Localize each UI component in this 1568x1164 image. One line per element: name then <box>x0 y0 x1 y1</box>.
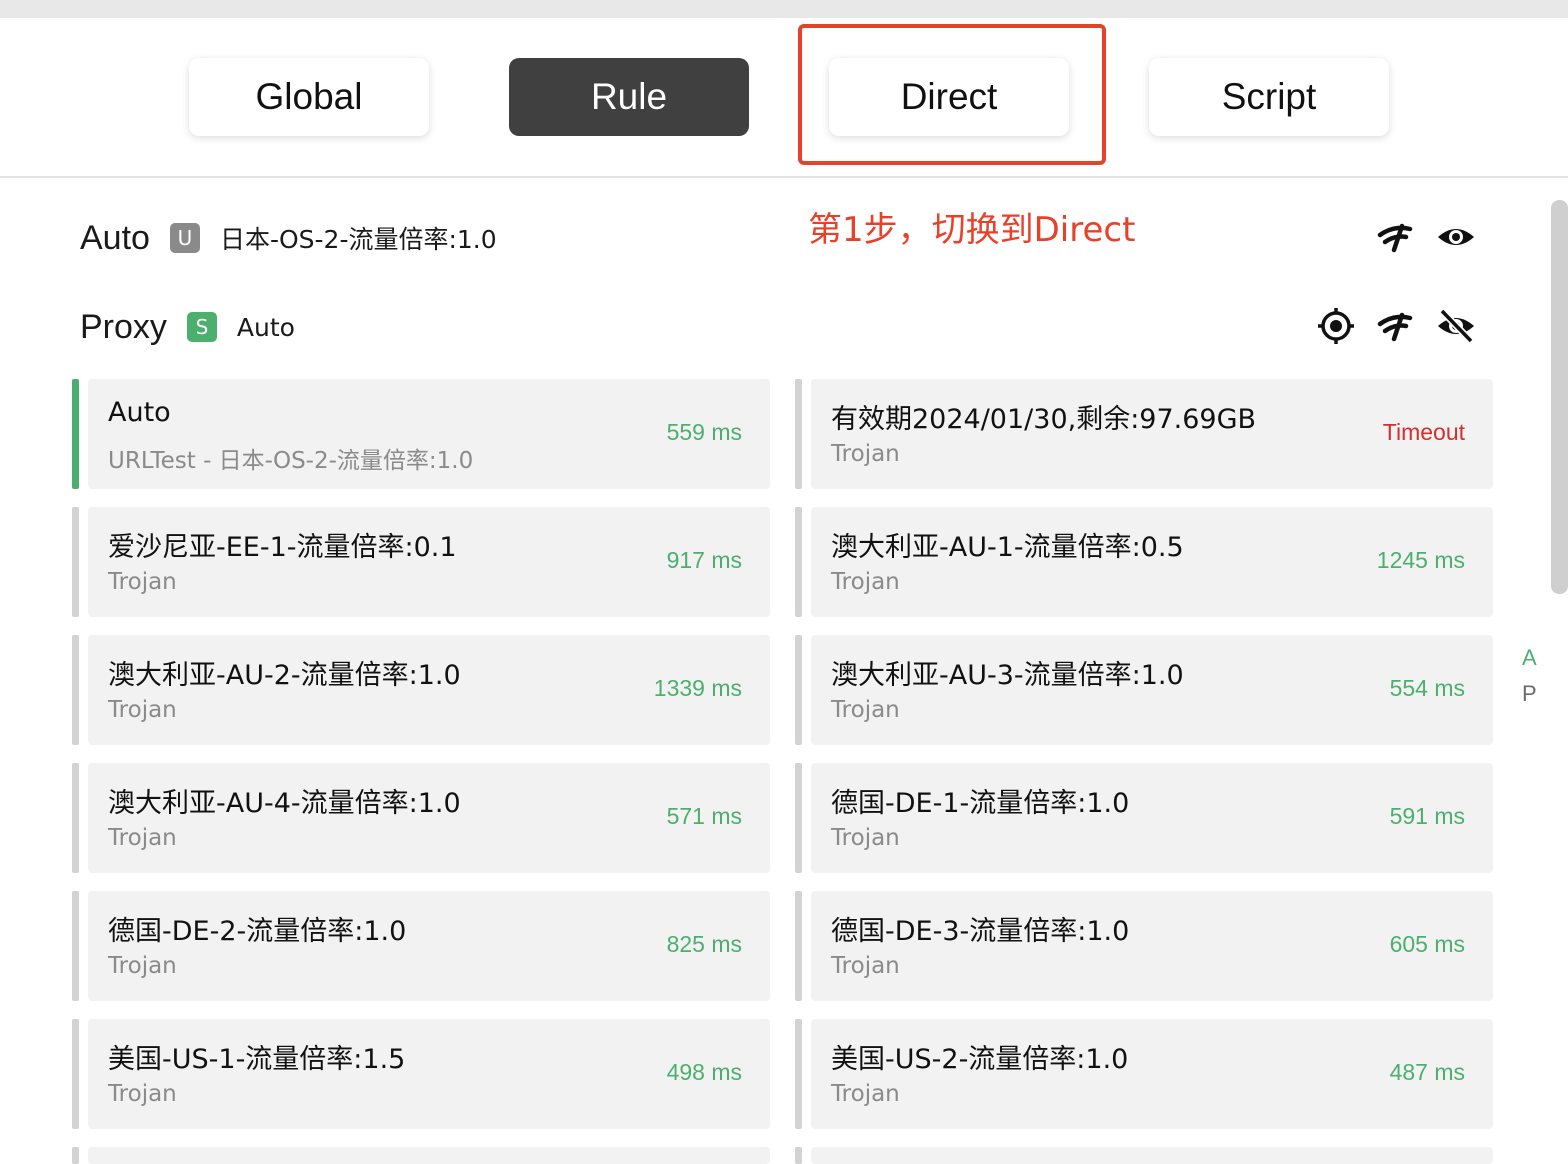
proxy-delay[interactable]: 605 ms <box>1390 931 1465 958</box>
proxy-delay[interactable]: 1245 ms <box>1377 547 1465 574</box>
proxy-name: 德国-DE-3-流量倍率:1.0 <box>831 916 1130 947</box>
proxy-name: 美国-US-2-流量倍率:1.0 <box>831 1044 1129 1075</box>
proxy-type: Trojan <box>108 697 177 723</box>
proxy-indicator <box>795 379 802 489</box>
proxy-card[interactable]: 德国-DE-1-流量倍率:1.0 Trojan 591 ms <box>811 763 1493 873</box>
proxy-name: 爱沙尼亚-EE-1-流量倍率:0.1 <box>108 532 457 563</box>
proxy-type: Trojan <box>831 569 900 595</box>
proxy-name: Auto <box>108 397 171 428</box>
proxy-delay[interactable]: Timeout <box>1383 419 1465 446</box>
proxy-card[interactable]: Auto URLTest - 日本-OS-2-流量倍率:1.0 559 ms <box>88 379 770 489</box>
group-header-proxy[interactable]: Proxy S Auto <box>80 302 295 352</box>
proxy-delay[interactable]: 917 ms <box>667 547 742 574</box>
proxy-delay[interactable]: 559 ms <box>667 419 742 446</box>
proxy-card[interactable]: 澳大利亚-AU-1-流量倍率:0.5 Trojan 1245 ms <box>811 507 1493 617</box>
proxy-delay[interactable]: 1339 ms <box>654 675 742 702</box>
annotation-text: 第1步，切换到Direct <box>808 210 1136 250</box>
proxy-name: 德国-DE-1-流量倍率:1.0 <box>831 788 1130 819</box>
proxy-card[interactable]: 德国-DE-3-流量倍率:1.0 Trojan 605 ms <box>811 891 1493 1001</box>
proxy-card[interactable]: 有效期2024/01/30,剩余:97.69GB Trojan Timeout <box>811 379 1493 489</box>
proxy-indicator <box>795 1147 802 1164</box>
side-index-letter-a[interactable]: A <box>1522 645 1537 671</box>
proxy-type: Trojan <box>108 825 177 851</box>
proxy-delay[interactable]: 487 ms <box>1390 1059 1465 1086</box>
proxy-card[interactable]: 澳大利亚-AU-4-流量倍率:1.0 Trojan 571 ms <box>88 763 770 873</box>
eye-off-icon[interactable] <box>1434 304 1478 348</box>
proxy-name: 澳大利亚-AU-1-流量倍率:0.5 <box>831 532 1184 563</box>
proxy-indicator <box>72 1147 79 1164</box>
side-index-letter-p[interactable]: P <box>1522 681 1537 707</box>
group-name: Proxy <box>80 307 167 346</box>
proxy-name: 美国-US-1-流量倍率:1.5 <box>108 1044 406 1075</box>
proxy-card[interactable]: 美国-US-1-流量倍率:1.5 Trojan 498 ms <box>88 1019 770 1129</box>
mode-global-button[interactable]: Global <box>189 58 429 136</box>
proxy-indicator <box>72 763 79 873</box>
proxy-type: Trojan <box>108 569 177 595</box>
proxy-type: Trojan <box>108 1081 177 1107</box>
proxy-type: Trojan <box>831 697 900 723</box>
proxy-delay[interactable]: 554 ms <box>1390 675 1465 702</box>
proxy-indicator <box>795 891 802 1001</box>
mode-script-button[interactable]: Script <box>1149 58 1389 136</box>
proxy-name: 澳大利亚-AU-4-流量倍率:1.0 <box>108 788 461 819</box>
group-name: Auto <box>80 218 150 257</box>
proxy-indicator <box>795 507 802 617</box>
proxy-selected-indicator <box>72 379 79 489</box>
proxy-type: Trojan <box>831 953 900 979</box>
proxy-type: Trojan <box>831 441 900 467</box>
proxy-indicator <box>72 891 79 1001</box>
eye-icon[interactable] <box>1434 215 1478 259</box>
group-type-badge: U <box>169 223 200 253</box>
group-header-auto[interactable]: Auto U 日本-OS-2-流量倍率:1.0 <box>80 213 497 263</box>
proxy-name: 澳大利亚-AU-2-流量倍率:1.0 <box>108 660 461 691</box>
scrollbar-thumb[interactable] <box>1551 200 1568 594</box>
proxy-delay[interactable]: 571 ms <box>667 803 742 830</box>
speed-test-icon[interactable] <box>1374 304 1418 348</box>
group-current-proxy: Auto <box>236 312 295 342</box>
proxy-indicator <box>795 635 802 745</box>
proxy-type: URLTest - 日本-OS-2-流量倍率:1.0 <box>108 448 474 474</box>
proxy-indicator <box>795 763 802 873</box>
proxy-indicator <box>795 1019 802 1129</box>
proxy-card[interactable]: 澳大利亚-AU-3-流量倍率:1.0 Trojan 554 ms <box>811 635 1493 745</box>
speed-test-icon[interactable] <box>1374 215 1418 259</box>
locate-icon[interactable] <box>1314 304 1358 348</box>
proxy-type: Trojan <box>831 1081 900 1107</box>
window-top-strip <box>0 0 1568 18</box>
proxy-card[interactable]: 爱沙尼亚-EE-1-流量倍率:0.1 Trojan 917 ms <box>88 507 770 617</box>
proxy-name: 澳大利亚-AU-3-流量倍率:1.0 <box>831 660 1184 691</box>
proxy-delay[interactable]: 498 ms <box>667 1059 742 1086</box>
annotation-highlight-box <box>798 24 1106 165</box>
proxy-name: 德国-DE-2-流量倍率:1.0 <box>108 916 407 947</box>
proxy-card-partial[interactable] <box>811 1147 1493 1164</box>
proxy-card-partial[interactable] <box>88 1147 770 1164</box>
proxy-card[interactable]: 美国-US-2-流量倍率:1.0 Trojan 487 ms <box>811 1019 1493 1129</box>
proxy-indicator <box>72 1019 79 1129</box>
proxy-name: 有效期2024/01/30,剩余:97.69GB <box>831 404 1257 435</box>
group-type-badge: S <box>186 312 217 342</box>
mode-bar-divider <box>0 176 1568 178</box>
proxy-delay[interactable]: 825 ms <box>667 931 742 958</box>
group-current-proxy: 日本-OS-2-流量倍率:1.0 <box>219 225 497 254</box>
proxy-indicator <box>72 635 79 745</box>
proxy-type: Trojan <box>831 825 900 851</box>
proxy-type: Trojan <box>108 953 177 979</box>
proxy-card[interactable]: 澳大利亚-AU-2-流量倍率:1.0 Trojan 1339 ms <box>88 635 770 745</box>
mode-rule-button[interactable]: Rule <box>509 58 749 136</box>
proxy-card[interactable]: 德国-DE-2-流量倍率:1.0 Trojan 825 ms <box>88 891 770 1001</box>
proxy-indicator <box>72 507 79 617</box>
proxy-delay[interactable]: 591 ms <box>1390 803 1465 830</box>
